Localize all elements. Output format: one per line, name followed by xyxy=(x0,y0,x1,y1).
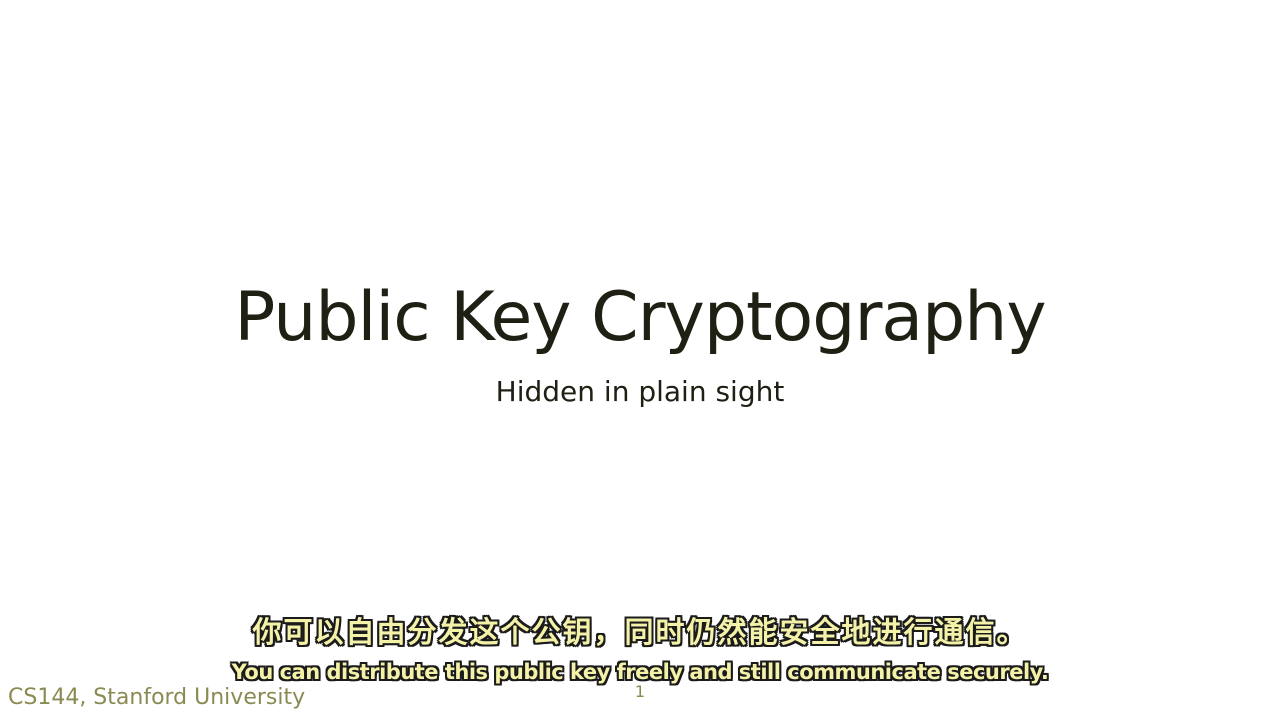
slide-page-number: 1 xyxy=(634,682,646,701)
slide-title: Public Key Cryptography xyxy=(234,278,1046,357)
slide-subtitle: Hidden in plain sight xyxy=(495,375,785,408)
subtitle-caption-chinese: 你可以自由分发这个公钥，同时仍然能安全地进行通信。 xyxy=(252,615,1028,649)
slide-footer-course: CS144, Stanford University xyxy=(8,685,306,710)
presentation-slide: Public Key Cryptography Hidden in plain … xyxy=(0,0,1280,720)
